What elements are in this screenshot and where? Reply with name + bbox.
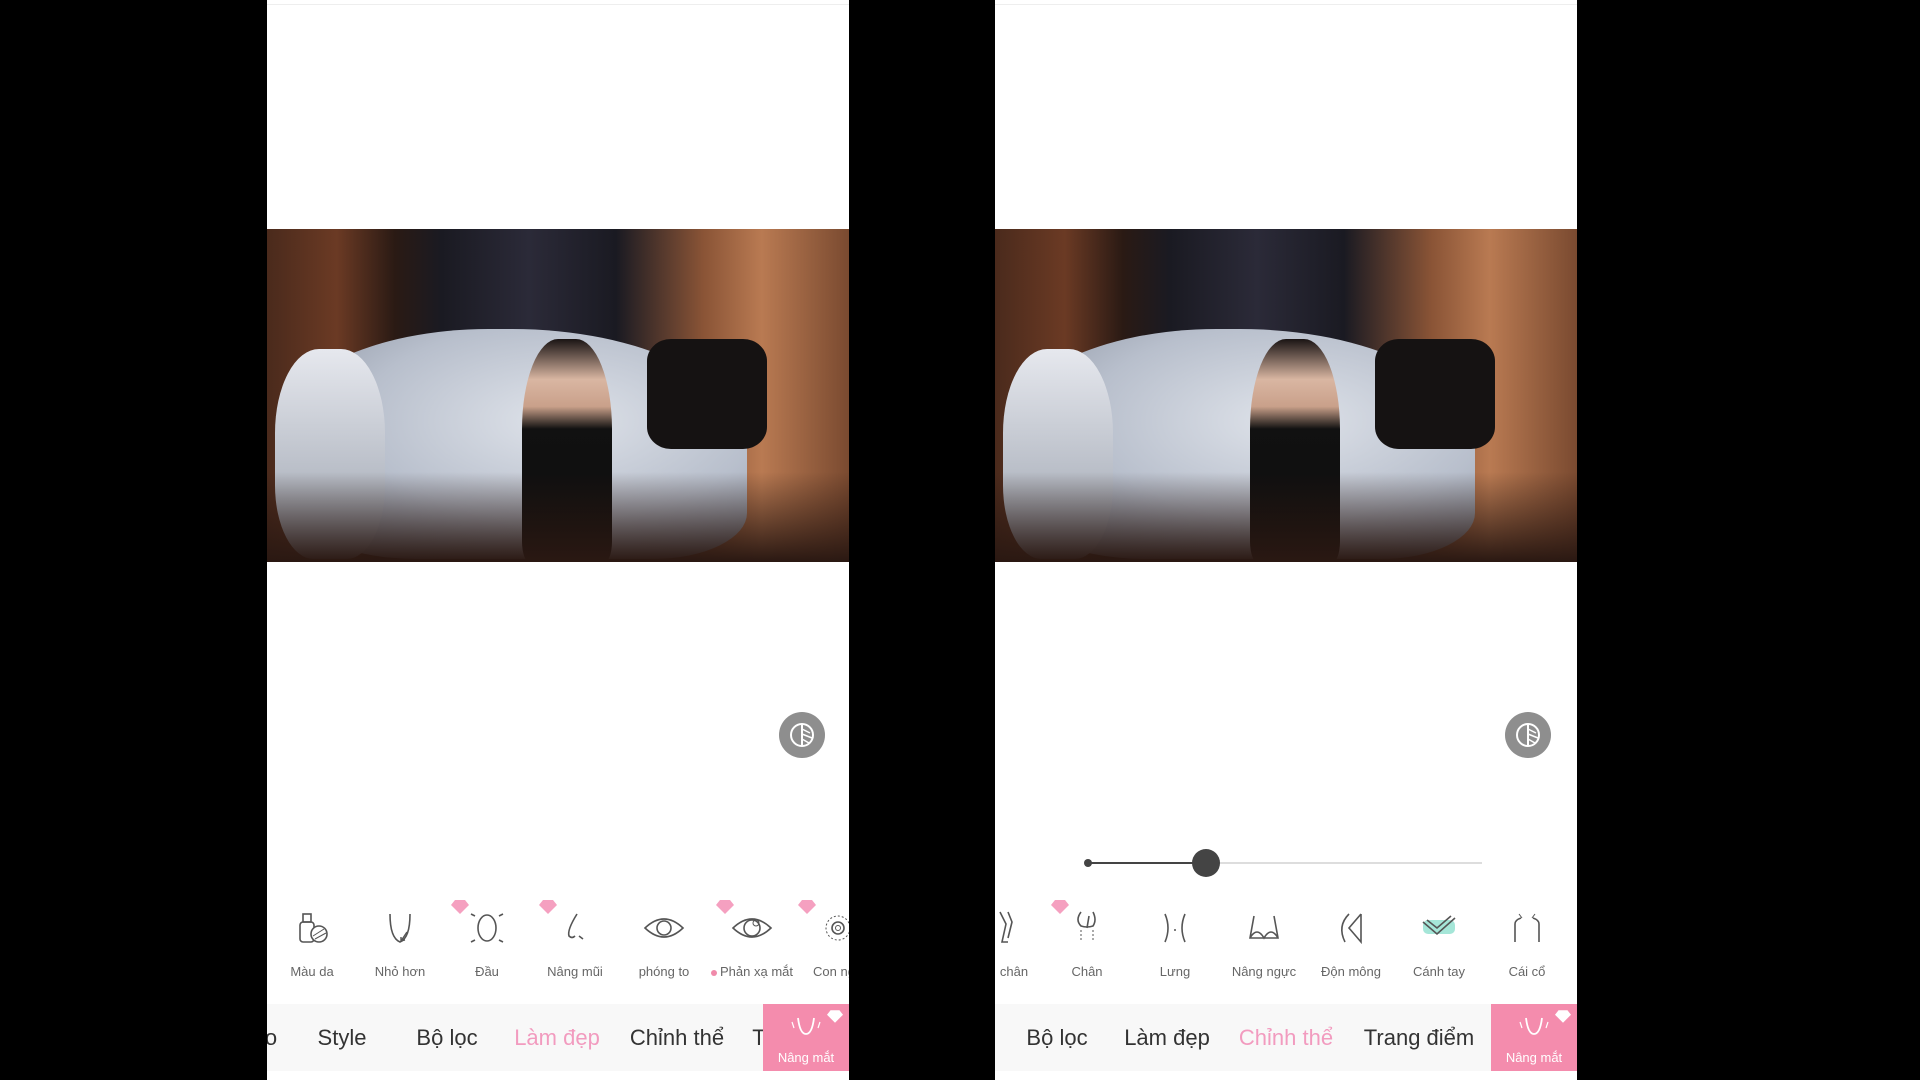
new-dot	[711, 969, 717, 976]
neck-icon	[1514, 913, 1540, 942]
tab-beauty[interactable]: Làm đẹp	[514, 1004, 600, 1071]
slider-origin	[1084, 859, 1092, 867]
eye-icon	[643, 918, 685, 938]
tool-hip[interactable]: Độn mông	[1307, 900, 1395, 979]
chin-slim-icon	[389, 913, 411, 943]
intensity-slider[interactable]	[1084, 849, 1482, 877]
legs-icon	[1077, 911, 1096, 942]
tool-bust[interactable]: Nâng ngực	[1220, 900, 1308, 979]
eye-lift-button[interactable]: Nâng mắt	[1491, 1004, 1577, 1071]
premium-gem-icon	[1555, 1010, 1571, 1023]
slider-knob[interactable]	[1191, 849, 1220, 877]
eye-lift-label: Nâng mắt	[777, 1050, 835, 1065]
compare-icon	[1516, 723, 1540, 747]
tool-label: Đầu	[475, 964, 499, 979]
tool-skin-color[interactable]: Màu da	[268, 900, 356, 979]
skin-color-icon	[299, 913, 328, 943]
tool-neck[interactable]: Cái cổ	[1483, 900, 1571, 979]
nose-icon	[567, 913, 584, 940]
tool-arm[interactable]: Cánh tay	[1395, 900, 1483, 979]
tool-label: Màu da	[290, 964, 334, 979]
tool-waist[interactable]: Lưng	[1131, 900, 1219, 979]
tool-label: Nâng ngực	[1231, 964, 1297, 979]
tab-partial[interactable]: o	[267, 1004, 277, 1071]
tool-pupil[interactable]: Con ng	[790, 900, 849, 979]
divider	[995, 4, 1577, 5]
slider-fill	[1087, 862, 1206, 864]
pupil-icon	[825, 915, 849, 941]
tool-label: Lưng	[1159, 964, 1191, 979]
photo-canvas[interactable]	[995, 229, 1577, 562]
divider	[267, 4, 849, 5]
waist-icon	[1164, 913, 1186, 943]
premium-gem-icon	[827, 1010, 843, 1023]
tool-label-text: Phản xạ mắt	[720, 964, 793, 979]
category-tab-bar: o Style Bộ lọc Làm đẹp Chỉnh thể T	[267, 1004, 849, 1071]
tool-eye-reflection[interactable]: Phản xạ mắt	[708, 900, 796, 979]
eye-lift-label: Nâng mắt	[1505, 1050, 1563, 1065]
tool-label: Nhỏ hơn	[374, 964, 426, 979]
beauty-tools-row: Màu da Nhỏ hơn Đầu Nâng mũi phóng to Phả…	[267, 900, 849, 990]
tool-head[interactable]: Đầu	[443, 900, 531, 979]
eye-reflection-icon	[731, 918, 773, 938]
tab-body[interactable]: Chỉnh thể	[630, 1004, 724, 1071]
head-icon	[470, 913, 504, 943]
tool-legs[interactable]: Chân	[1043, 900, 1131, 979]
tab-makeup[interactable]: Trang điểm	[1364, 1004, 1474, 1071]
leg-icon	[999, 911, 1013, 943]
compare-button[interactable]	[1505, 712, 1551, 758]
compare-icon	[790, 723, 814, 747]
compare-button[interactable]	[779, 712, 825, 758]
body-tools-row: chân Chân Lưng Nâng ngực Độn mông Cánh t…	[995, 900, 1577, 990]
photo-canvas[interactable]	[267, 229, 849, 562]
tab-filter[interactable]: Bộ lọc	[1026, 1004, 1087, 1071]
right-editor-panel: chân Chân Lưng Nâng ngực Độn mông Cánh t…	[995, 0, 1577, 1080]
eye-lift-button[interactable]: Nâng mắt	[763, 1004, 849, 1071]
tool-label: Con ng	[813, 964, 849, 979]
tab-beauty[interactable]: Làm đẹp	[1124, 1004, 1210, 1071]
eye-lift-icon	[1519, 1017, 1549, 1035]
tab-style[interactable]: Style	[318, 1004, 367, 1071]
tool-label: Cái cổ	[1508, 964, 1546, 979]
tool-label: Cánh tay	[1412, 964, 1466, 979]
bust-icon	[1249, 915, 1279, 940]
tool-nose[interactable]: Nâng mũi	[531, 900, 619, 979]
tool-label: Chân	[1071, 964, 1103, 979]
tab-body[interactable]: Chỉnh thể	[1239, 1004, 1333, 1071]
tool-smaller[interactable]: Nhỏ hơn	[356, 900, 444, 979]
arm-icon	[1422, 915, 1456, 936]
tab-filter[interactable]: Bộ lọc	[416, 1004, 477, 1071]
left-editor-panel: Màu da Nhỏ hơn Đầu Nâng mũi phóng to Phả…	[267, 0, 849, 1080]
tool-label: Phản xạ mắt	[708, 964, 796, 979]
hip-icon	[1341, 913, 1362, 945]
tool-enlarge-eye[interactable]: phóng to	[620, 900, 708, 979]
tool-label: phóng to	[638, 964, 690, 979]
eye-lift-icon	[791, 1017, 821, 1035]
category-tab-bar: Bộ lọc Làm đẹp Chỉnh thể Trang điểm	[995, 1004, 1577, 1071]
tool-label: Nâng mũi	[547, 964, 603, 979]
tool-label: Độn mông	[1321, 964, 1381, 979]
